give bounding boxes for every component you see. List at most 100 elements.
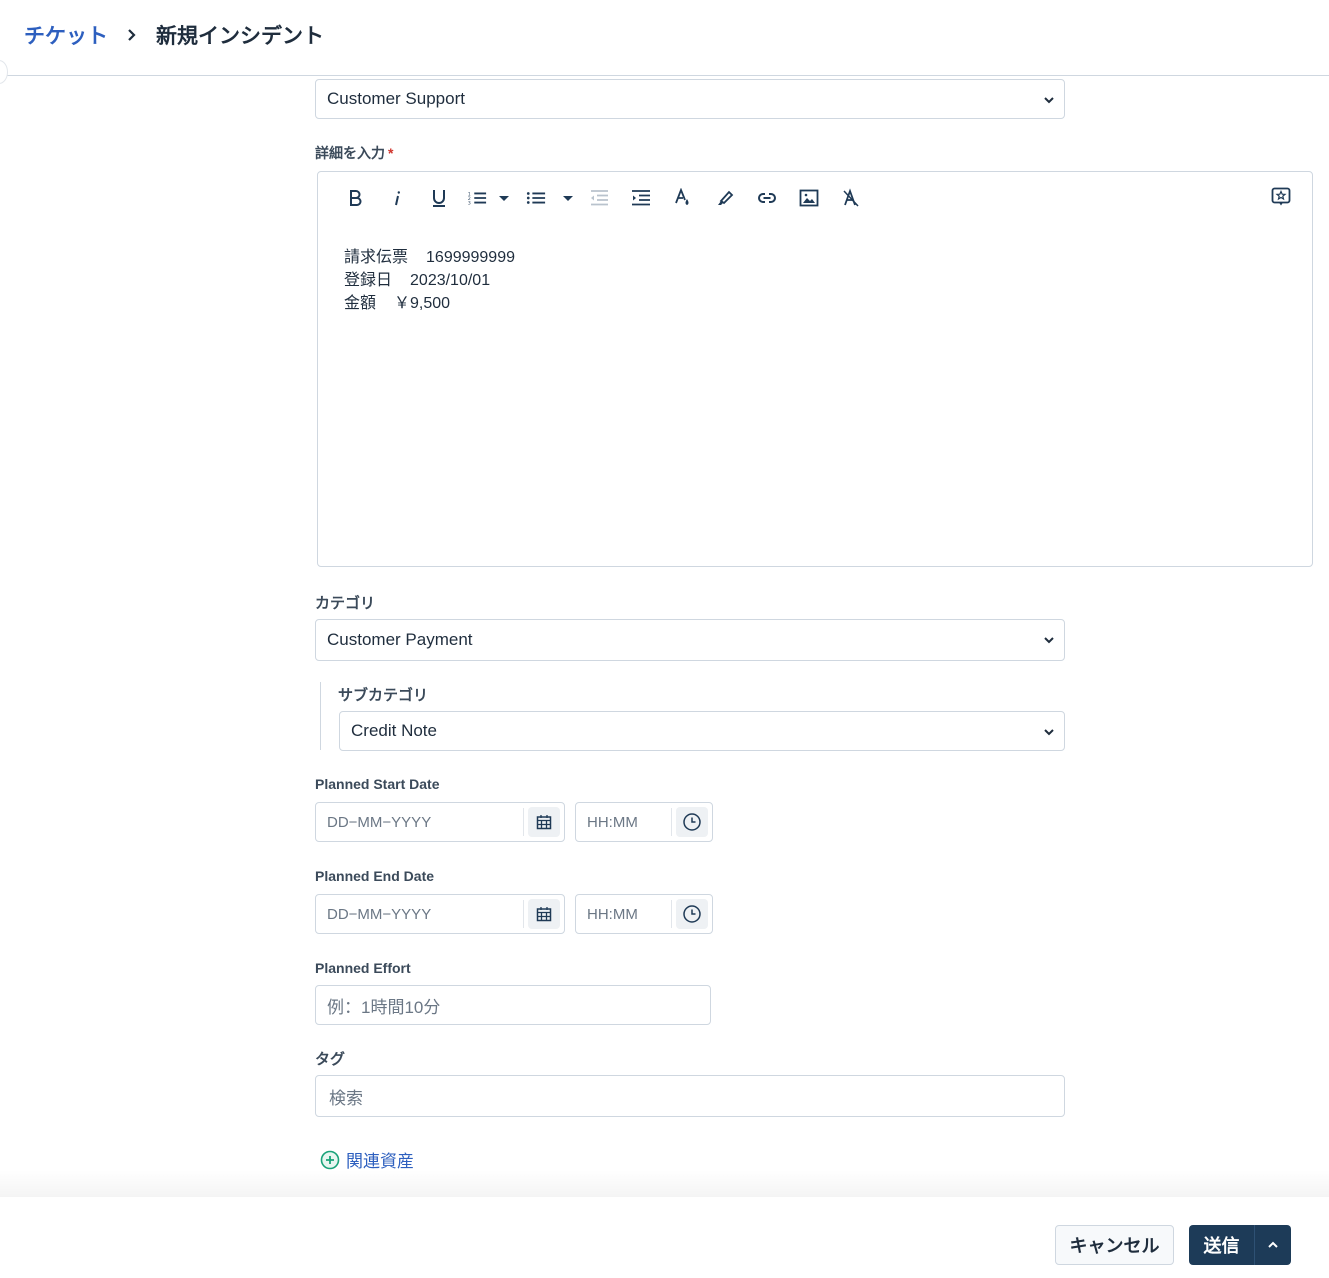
indent-icon [632,190,650,206]
subcategory-select[interactable]: Credit Note [339,711,1065,751]
outdent-icon [591,190,608,206]
group-select[interactable]: Customer Support [315,79,1065,119]
italic-icon [395,191,400,206]
calendar-icon [536,907,552,922]
sidebar-toggle-handle[interactable] [0,60,8,84]
divider [523,808,524,836]
chevron-up-icon [1268,1241,1278,1248]
tags-label: タグ [315,1051,346,1068]
calendar-icon [536,815,552,830]
submit-button-group: 送信 [1189,1225,1291,1265]
underline-icon [433,190,445,207]
text-color-button[interactable] [662,184,704,212]
description-label: 詳細を入力 * [315,143,393,163]
breadcrumb-tickets-link[interactable]: チケット [24,20,108,50]
ordered-list-options-button[interactable] [494,184,514,212]
required-marker: * [388,145,394,161]
time-picker-button[interactable] [676,807,708,837]
category-label: カテゴリ [315,595,376,612]
bulleted-list-options-button[interactable] [558,184,578,212]
clear-format-button[interactable] [830,184,872,212]
time-picker-button[interactable] [676,899,708,929]
planned-end-label: Planned End Date [315,868,435,884]
date-placeholder: DD−MM−YYYY [327,905,432,923]
canned-response-icon[interactable] [1270,186,1292,208]
plus-circle-icon [320,1150,340,1169]
image-icon [799,189,819,207]
clear-format-icon [843,188,859,207]
subcategory-label: サブカテゴリ [338,687,429,704]
bold-icon [350,190,362,206]
description-editor[interactable]: 123 請求伝票 1699999999 登録日 2023/10/01 金額 ￥9… [317,171,1313,567]
highlight-button[interactable] [704,184,746,212]
editor-toolbar: 123 [334,184,872,212]
subcategory-indent-line [320,682,321,750]
planned-start-date-input[interactable]: DD−MM−YYYY [315,802,565,842]
calendar-button[interactable] [528,899,560,929]
invoice-number: 1699999999 [426,249,515,266]
chevron-down-icon [1044,97,1054,104]
tags-search-input[interactable]: 検索 [315,1075,1065,1117]
ordered-list-icon: 123 [468,191,487,206]
description-label-text: 詳細を入力 [315,145,385,161]
bulleted-list-icon [526,192,546,204]
planned-effort-label: Planned Effort [315,960,411,976]
related-assets-label: 関連資産 [346,1152,414,1171]
page-title: 新規インシデント [156,25,324,48]
category-select-value: Customer Payment [327,630,473,649]
chevron-down-icon [1044,729,1054,736]
chevron-down-icon [1044,637,1054,644]
registered-date-value: 2023/10/01 [410,272,491,289]
dropdown-caret-icon [563,196,573,201]
invoice-label: 請求伝票 [344,249,409,266]
chevron-right-icon [126,28,138,42]
form-footer: キャンセル 送信 [0,1197,1329,1278]
breadcrumb: チケット 新規インシデント [24,20,324,50]
planned-effort-input[interactable]: 例：1時間10分 [315,985,711,1025]
page-header: チケット 新規インシデント [0,0,1329,84]
link-icon [758,193,776,203]
submit-options-button[interactable] [1255,1225,1291,1265]
text-color-icon [675,188,689,205]
clock-icon [683,813,701,831]
time-placeholder: HH:MM [587,813,638,831]
time-placeholder: HH:MM [587,905,638,923]
tags-placeholder: 検索 [329,1088,363,1108]
link-button[interactable] [746,184,788,212]
editor-line: 請求伝票 1699999999 [344,246,515,269]
category-select[interactable]: Customer Payment [315,619,1065,661]
registered-date-label: 登録日 [344,272,393,289]
italic-button[interactable] [376,184,418,212]
svg-text:3: 3 [468,200,471,206]
footer-shadow [0,1170,1329,1198]
divider [671,808,672,836]
planned-end-time-input[interactable]: HH:MM [575,894,713,934]
editor-line: 金額 ￥9,500 [344,292,515,315]
ordered-list-button[interactable]: 123 [460,184,494,212]
indent-button[interactable] [620,184,662,212]
clock-icon [683,905,701,923]
divider [671,900,672,928]
bulleted-list-button[interactable] [514,184,558,212]
add-related-asset-link[interactable]: 関連資産 [320,1147,414,1172]
underline-button[interactable] [418,184,460,212]
bold-button[interactable] [334,184,376,212]
planned-end-date-input[interactable]: DD−MM−YYYY [315,894,565,934]
highlight-icon [718,190,734,205]
outdent-button[interactable] [578,184,620,212]
image-button[interactable] [788,184,830,212]
divider [523,900,524,928]
effort-placeholder: 例：1時間10分 [327,997,441,1017]
subcategory-select-value: Credit Note [351,721,437,740]
submit-button[interactable]: 送信 [1189,1225,1255,1265]
group-select-value: Customer Support [327,89,465,108]
amount-value: ￥9,500 [394,295,451,312]
calendar-button[interactable] [528,807,560,837]
planned-start-time-input[interactable]: HH:MM [575,802,713,842]
planned-start-label: Planned Start Date [315,776,440,792]
date-placeholder: DD−MM−YYYY [327,813,432,831]
dropdown-caret-icon [499,196,509,201]
editor-line: 登録日 2023/10/01 [344,269,515,292]
cancel-button[interactable]: キャンセル [1055,1225,1174,1265]
editor-content[interactable]: 請求伝票 1699999999 登録日 2023/10/01 金額 ￥9,500 [344,246,515,315]
